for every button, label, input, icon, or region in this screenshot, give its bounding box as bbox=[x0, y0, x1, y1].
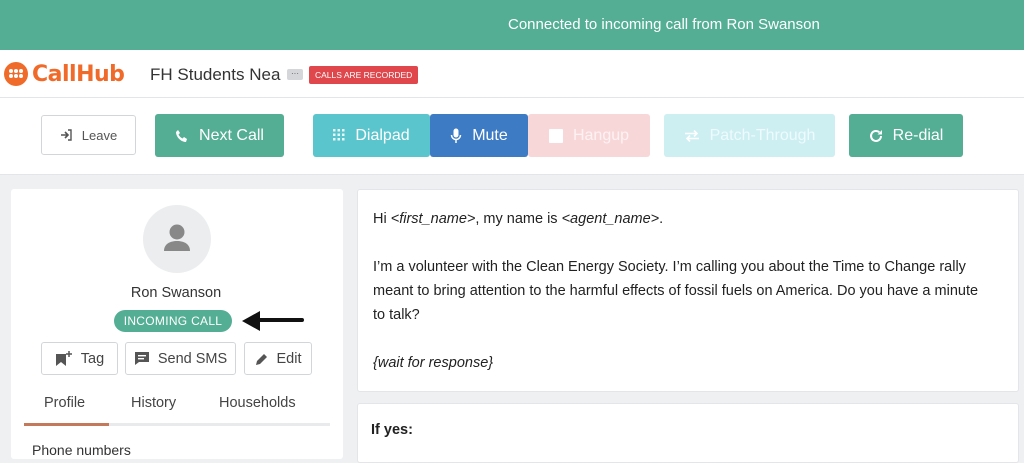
active-tab-indicator bbox=[24, 423, 109, 426]
connection-banner: Connected to incoming call from Ron Swan… bbox=[0, 0, 1024, 50]
mute-button[interactable]: Mute bbox=[430, 114, 528, 157]
bookmark-plus-icon bbox=[55, 350, 72, 366]
connection-status-text: Connected to incoming call from Ron Swan… bbox=[508, 16, 820, 33]
next-call-button[interactable]: Next Call bbox=[155, 114, 284, 157]
user-icon bbox=[164, 224, 190, 251]
redial-button[interactable]: Re-dial bbox=[849, 114, 963, 157]
script-greeting: Hi <first_name>, my name is <agent_name>… bbox=[373, 211, 664, 227]
leave-button[interactable]: Leave bbox=[41, 115, 136, 155]
agent-name-token: <agent_name> bbox=[561, 211, 660, 227]
if-yes-card bbox=[357, 403, 1019, 463]
next-call-label: Next Call bbox=[199, 126, 264, 144]
exchange-icon bbox=[684, 129, 699, 142]
patch-through-button[interactable]: Patch-Through bbox=[664, 114, 835, 157]
contact-tabs: Profile History Households bbox=[24, 395, 330, 427]
phone-icon bbox=[176, 129, 188, 142]
callhub-logo[interactable]: CallHub bbox=[4, 60, 125, 88]
pencil-icon bbox=[255, 353, 267, 365]
hangup-label: Hangup bbox=[572, 126, 630, 144]
stop-icon bbox=[548, 128, 563, 143]
arrow-pointer-icon bbox=[242, 311, 304, 331]
avatar bbox=[143, 205, 211, 273]
calls-recorded-badge: CALLS ARE RECORDED bbox=[309, 66, 419, 84]
tab-history[interactable]: History bbox=[131, 395, 176, 411]
tag-label: Tag bbox=[80, 350, 105, 367]
tab-households[interactable]: Households bbox=[219, 395, 296, 411]
campaign-name: FH Students Nea bbox=[150, 65, 281, 84]
send-sms-button[interactable]: Send SMS bbox=[125, 342, 236, 375]
logo-text: CallHub bbox=[32, 61, 125, 87]
mute-label: Mute bbox=[472, 126, 508, 144]
if-yes-label: If yes: bbox=[371, 422, 413, 438]
send-sms-label: Send SMS bbox=[157, 350, 228, 367]
chat-bubble-icon bbox=[4, 62, 28, 86]
microphone-icon bbox=[450, 128, 462, 143]
dialpad-label: Dialpad bbox=[355, 126, 410, 144]
leave-label: Leave bbox=[81, 127, 118, 143]
script-instruction: {wait for response} bbox=[373, 355, 494, 371]
script-paragraph: I’m a volunteer with the Clean Energy So… bbox=[373, 259, 979, 323]
call-status-badge: INCOMING CALL bbox=[114, 310, 232, 332]
call-toolbar: Leave Next Call Dialpad Mute Hangup Patc… bbox=[0, 98, 1024, 175]
redo-icon bbox=[869, 129, 882, 142]
edit-button[interactable]: Edit bbox=[244, 342, 312, 375]
tab-profile[interactable]: Profile bbox=[44, 395, 85, 411]
patch-through-label: Patch-Through bbox=[709, 126, 816, 144]
hangup-button[interactable]: Hangup bbox=[528, 114, 650, 157]
first-name-token: <first_name> bbox=[390, 211, 476, 227]
message-icon bbox=[134, 352, 149, 365]
redial-label: Re-dial bbox=[892, 126, 944, 144]
edit-label: Edit bbox=[276, 350, 302, 367]
app-header: CallHub FH Students Nea ··· CALLS ARE RE… bbox=[0, 50, 1024, 98]
phone-numbers-heading: Phone numbers bbox=[32, 442, 131, 458]
call-script: Hi <first_name>, my name is <agent_name>… bbox=[373, 207, 993, 399]
dialpad-button[interactable]: Dialpad bbox=[313, 114, 430, 157]
contact-name: Ron Swanson bbox=[130, 285, 222, 301]
sign-in-icon bbox=[60, 129, 72, 141]
dialpad-icon bbox=[333, 128, 345, 140]
more-options-icon[interactable]: ··· bbox=[287, 69, 303, 80]
tag-button[interactable]: Tag bbox=[41, 342, 118, 375]
